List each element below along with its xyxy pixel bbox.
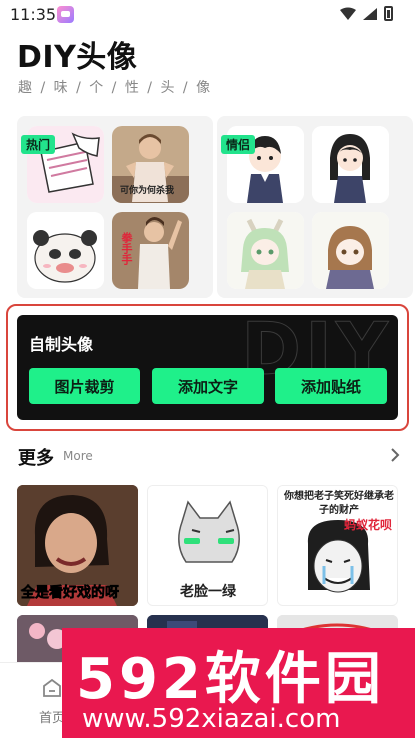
- more-section-title: 更多: [18, 448, 54, 469]
- anime-green-image: [227, 212, 304, 289]
- avatar-grid-item[interactable]: 你想把老子笑死好继承老子的财产 蚂蚁花呗: [277, 485, 398, 606]
- status-bar: 11:35: [0, 0, 415, 30]
- thumbnail-couple-anime-brown[interactable]: [312, 212, 389, 289]
- watermark-logo: 592软件园: [76, 647, 385, 712]
- cell-signal-icon: [363, 7, 377, 20]
- home-icon: [43, 678, 61, 697]
- thumbnail-panda[interactable]: [27, 212, 104, 289]
- status-icons: [340, 6, 393, 21]
- status-time: 11:35: [10, 5, 57, 24]
- thumbnail-fist[interactable]: 拳手手: [112, 212, 189, 289]
- crop-image-button[interactable]: 图片裁剪: [29, 368, 140, 404]
- grid-item-caption-red: 蚂蚁花呗: [344, 518, 393, 532]
- anime-brown-image: [312, 212, 389, 289]
- page-subtitle: 趣 / 味 / 个 / 性 / 头 / 像: [18, 80, 213, 96]
- grid-item-caption: 全是看好戏的呀: [21, 585, 120, 602]
- category-card-couple[interactable]: 情侣: [217, 116, 413, 298]
- category-tag: 情侣: [221, 135, 256, 154]
- app-notification-icon: [57, 6, 74, 23]
- add-text-button[interactable]: 添加文字: [152, 368, 264, 404]
- panda-image: [27, 212, 104, 289]
- cartoon-girl-image: [312, 126, 389, 203]
- diy-panel: DIY 自制头像 图片裁剪 添加文字 添加贴纸: [17, 315, 398, 420]
- more-section-subtitle: More: [63, 449, 93, 463]
- avatar-grid-item[interactable]: 全是看好戏的呀: [17, 485, 138, 606]
- category-tag: 热门: [21, 135, 56, 154]
- thumbnail-woman[interactable]: 可你为何杀我: [112, 126, 189, 203]
- battery-icon: [384, 6, 393, 21]
- category-card-hot[interactable]: 热门 可你为何杀我 拳手手: [17, 116, 213, 298]
- site-watermark-banner: 592软件园 www.592xiazai.com: [62, 628, 415, 738]
- thumbnail-couple-girl[interactable]: [312, 126, 389, 203]
- diy-title: 自制头像: [29, 335, 94, 354]
- wifi-icon: [340, 7, 356, 20]
- page-title: DIY头像: [17, 40, 138, 75]
- avatar-grid-item[interactable]: 老脸一绿: [147, 485, 268, 606]
- thumbnail-caption: 拳手手: [120, 232, 133, 265]
- chevron-right-icon[interactable]: [388, 446, 402, 464]
- thumbnail-caption: 可你为何杀我: [120, 186, 175, 196]
- add-sticker-button[interactable]: 添加贴纸: [275, 368, 387, 404]
- grid-item-caption: 老脸一绿: [180, 584, 236, 600]
- grid-item-caption: 你想把老子笑死好继承老子的财产: [284, 491, 394, 516]
- thumbnail-couple-anime-green[interactable]: [227, 212, 304, 289]
- watermark-url: www.592xiazai.com: [82, 704, 341, 734]
